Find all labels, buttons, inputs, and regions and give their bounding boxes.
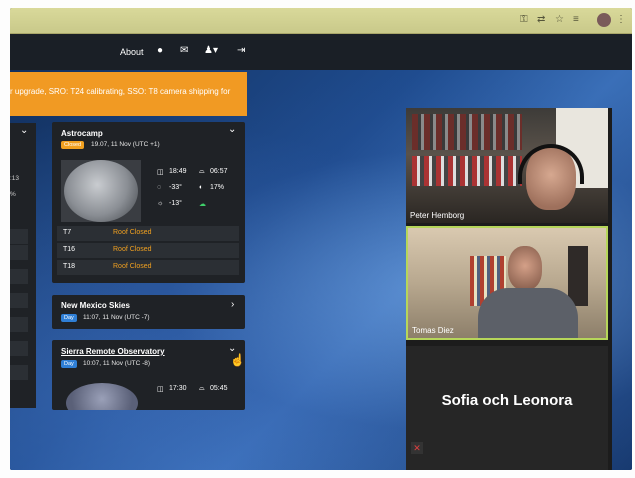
- local-time: 10:07, 11 Nov (UTC -8): [83, 360, 151, 367]
- telescope-row[interactable]: T16 Roof Closed: [57, 243, 239, 258]
- chevron-right-icon[interactable]: ›: [231, 299, 234, 310]
- bookshelf: [412, 156, 522, 186]
- translate-icon[interactable]: ⇄: [537, 14, 545, 25]
- stub-row: [10, 245, 28, 260]
- status-badge: Day: [61, 314, 77, 322]
- observatory-card-astrocamp: Astrocamp ⌄ Closed 19.07, 11 Nov (UTC +1…: [52, 122, 245, 283]
- site-navbar: About ● ✉ ♟▾ ⇥: [10, 34, 632, 70]
- status-banner: r upgrade, SRO: T24 calibrating, SSO: T8…: [10, 72, 247, 116]
- participant-name: Sofia och Leonora: [441, 392, 573, 409]
- sunrise-time: 06:57: [210, 168, 228, 175]
- sunrise-time: 05:45: [210, 385, 228, 392]
- chevron-down-icon[interactable]: ⌄: [20, 125, 28, 136]
- stub-row: [10, 365, 28, 380]
- local-time: 19.07, 11 Nov (UTC +1): [91, 141, 160, 148]
- humidity: 17%: [210, 184, 225, 191]
- card-title[interactable]: Astrocamp: [61, 129, 103, 138]
- chevron-down-icon[interactable]: ⌄: [228, 124, 236, 135]
- temperature: -33°: [169, 184, 182, 191]
- bookshelf: [412, 114, 522, 150]
- sunset-icon: ◫: [157, 169, 164, 176]
- sunset-time: 18:49: [169, 168, 187, 175]
- thermometer-icon: ◌: [157, 184, 162, 191]
- sun-icon: ☼: [157, 200, 164, 207]
- participant-name: Peter Hemborg: [410, 211, 465, 220]
- local-time: 11:07, 11 Nov (UTC -7): [83, 314, 150, 321]
- humidity-icon: ◐: [199, 184, 204, 191]
- curtain: [568, 246, 588, 306]
- sunset-icon: ◫: [157, 386, 164, 393]
- sunset-time: 17:30: [169, 385, 187, 392]
- extensions-icon[interactable]: ≡: [573, 14, 579, 25]
- telescope-row[interactable]: T18 Roof Closed: [57, 260, 239, 275]
- photo-frame: ⚿ ⇄ ☆ ≡ ⋮ About ● ✉ ♟▾ ⇥ r upgrade, SRO:…: [0, 0, 635, 478]
- observatory-card-new-mexico[interactable]: New Mexico Skies › Day 11:07, 11 Nov (UT…: [52, 295, 245, 329]
- user-icon[interactable]: ♟▾: [204, 44, 218, 58]
- participant-tile[interactable]: Peter Hemborg: [406, 108, 608, 223]
- participant-tile[interactable]: Sofia och Leonora ✕: [406, 346, 608, 470]
- logout-icon[interactable]: ⇥: [237, 44, 245, 58]
- sweater: [478, 288, 578, 338]
- stub-value: %: [10, 191, 16, 198]
- partial-observatory-card: ⌄ :13 %: [10, 123, 36, 408]
- stub-row: [10, 293, 28, 308]
- profile-avatar[interactable]: [597, 13, 611, 27]
- cloud-icon: ☁: [199, 201, 206, 208]
- allsky-camera-image[interactable]: [64, 160, 138, 222]
- info-icon[interactable]: ●: [157, 44, 163, 58]
- monitor-screen: ⚿ ⇄ ☆ ≡ ⋮ About ● ✉ ♟▾ ⇥ r upgrade, SRO:…: [10, 8, 632, 470]
- browser-toolbar: ⚿ ⇄ ☆ ≡ ⋮: [10, 8, 632, 34]
- telescope-row[interactable]: T7 Roof Closed: [57, 226, 239, 241]
- hand-cursor-icon: ☝: [230, 353, 245, 367]
- sunrise-icon: ⌓: [199, 385, 205, 392]
- video-call-panel: Peter Hemborg Tomas Diez Sofia och Leono…: [406, 108, 612, 470]
- sunrise-icon: ⌓: [199, 168, 205, 175]
- allsky-camera-image[interactable]: [66, 383, 138, 410]
- card-title[interactable]: Sierra Remote Observatory: [61, 347, 165, 356]
- stub-row: [10, 317, 28, 332]
- sky-temperature: -13°: [169, 200, 182, 207]
- participant-video: [508, 246, 542, 290]
- observatory-card-sierra: Sierra Remote Observatory ⌄ ☝ Day 10:07,…: [52, 340, 245, 410]
- roof-status: Roof Closed: [113, 246, 152, 253]
- about-link[interactable]: About: [120, 47, 144, 57]
- stub-row: [10, 341, 28, 356]
- stub-value: :13: [10, 175, 20, 182]
- participant-tile-active[interactable]: Tomas Diez: [406, 226, 608, 340]
- key-icon[interactable]: ⚿: [520, 14, 528, 25]
- roof-status: Roof Closed: [113, 263, 152, 270]
- status-badge: Day: [61, 360, 77, 368]
- menu-icon[interactable]: ⋮: [616, 14, 626, 25]
- card-title[interactable]: New Mexico Skies: [61, 301, 130, 310]
- mic-muted-icon: ✕: [411, 442, 423, 454]
- roof-status: Roof Closed: [113, 229, 152, 236]
- participant-name: Tomas Diez: [412, 326, 454, 335]
- star-icon[interactable]: ☆: [555, 14, 564, 25]
- stub-row: [10, 269, 28, 284]
- telescope-name: T7: [63, 229, 72, 236]
- telescope-name: T18: [63, 263, 76, 270]
- status-badge: Closed: [61, 141, 85, 149]
- telescope-name: T16: [63, 246, 76, 253]
- stub-row: [10, 229, 28, 244]
- mail-icon[interactable]: ✉: [180, 44, 188, 58]
